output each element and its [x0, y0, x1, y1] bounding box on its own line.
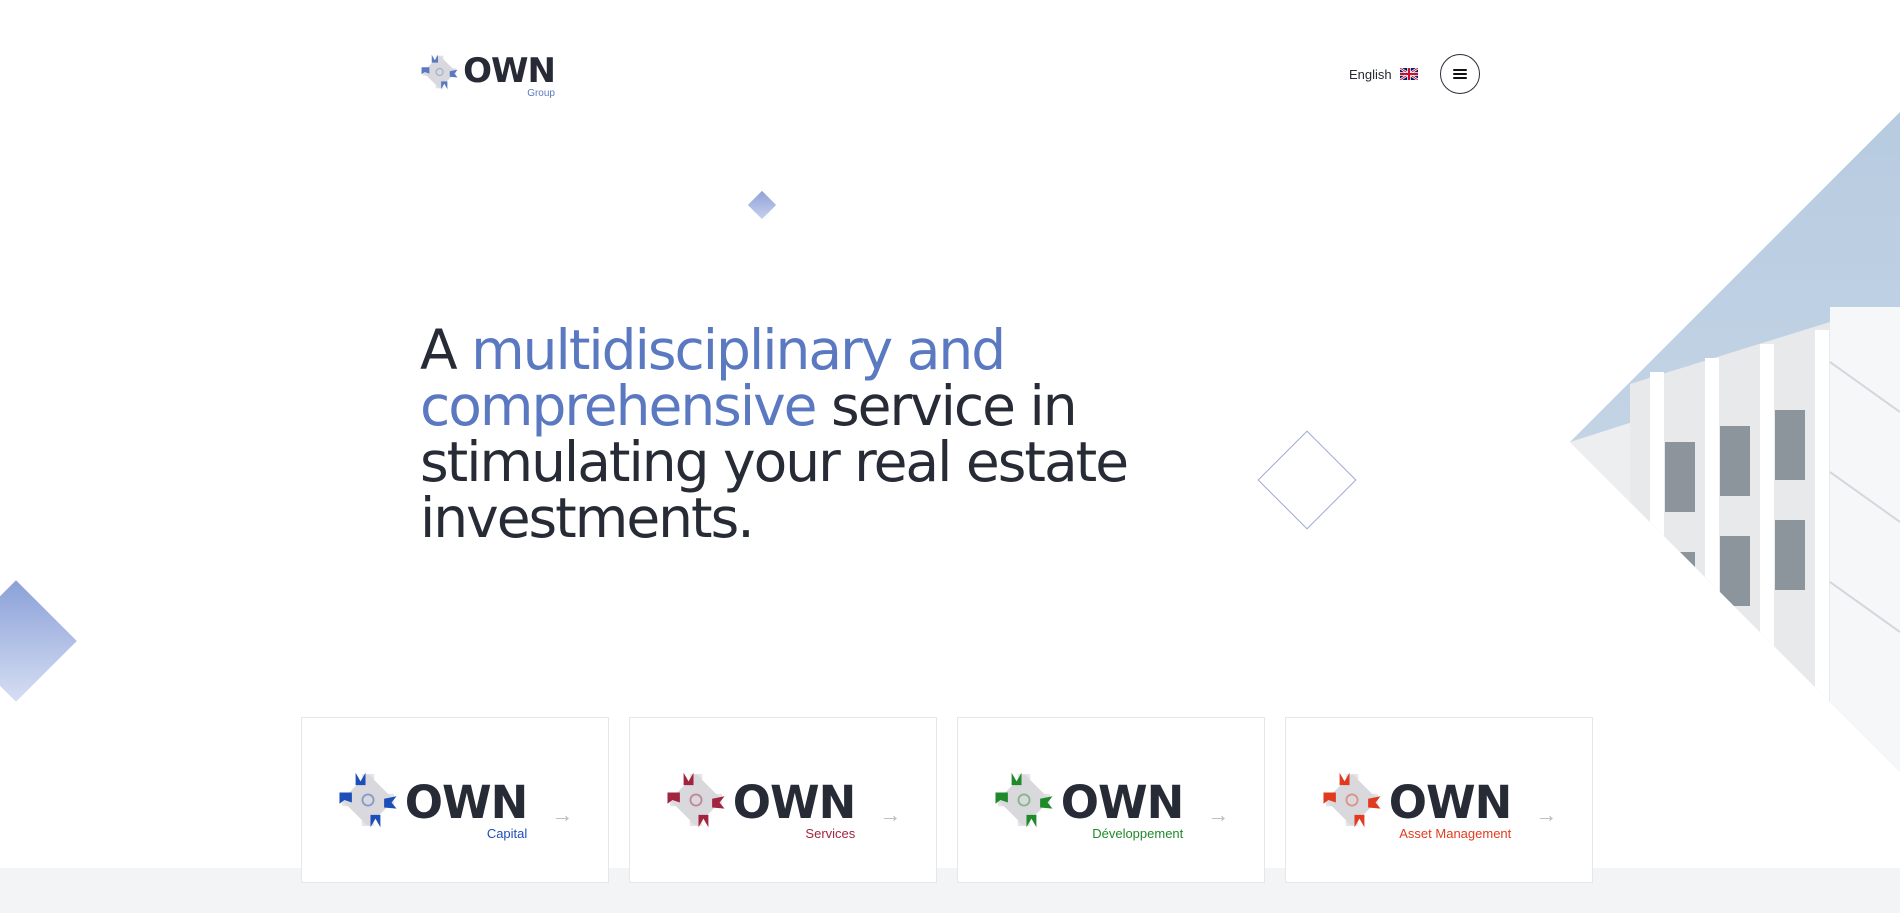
card-brand: OWN — [1060, 776, 1185, 829]
subsidiary-cards: OWN Capital → OWN Services → OWN Dévelop… — [301, 717, 1593, 883]
uk-flag-icon — [1399, 68, 1418, 80]
card-own-capital[interactable]: OWN Capital → — [301, 717, 609, 883]
logo-subtitle: Group — [527, 88, 555, 99]
arrow-right-icon: → — [879, 802, 902, 827]
language-label: English — [1349, 66, 1392, 82]
building-image — [1570, 112, 1900, 772]
own-developpement-logo-mark-icon — [993, 769, 1055, 831]
arrow-right-icon: → — [1207, 802, 1230, 827]
card-brand: OWN — [404, 776, 529, 829]
card-own-developpement[interactable]: OWN Développement → — [957, 717, 1265, 883]
card-subtitle: Asset Management — [1399, 826, 1512, 841]
own-services-logo-mark-icon — [665, 769, 727, 831]
hero-title: A multidisciplinary and comprehensive se… — [420, 322, 1320, 546]
language-selector[interactable]: English — [1349, 66, 1418, 82]
hero-title-prefix: A — [420, 318, 472, 382]
card-subtitle: Services — [805, 826, 856, 841]
own-asset-management-logo-mark-icon — [1321, 769, 1383, 831]
card-own-services[interactable]: OWN Services → — [629, 717, 937, 883]
card-own-asset-management[interactable]: OWN Asset Management → — [1285, 717, 1593, 883]
card-brand: OWN — [732, 776, 857, 829]
arrow-right-icon: → — [1535, 802, 1558, 827]
card-subtitle: Capital — [486, 826, 528, 841]
own-logo-mark-icon — [420, 48, 459, 96]
arrow-right-icon: → — [551, 802, 574, 827]
card-subtitle: Développement — [1092, 826, 1184, 841]
decorative-diamond-left — [0, 580, 77, 702]
decorative-diamond-small — [747, 190, 777, 220]
logo-brand: OWN — [463, 51, 556, 91]
menu-button[interactable] — [1440, 54, 1480, 94]
card-brand: OWN — [1388, 776, 1513, 829]
own-group-logo[interactable]: OWN Group — [420, 48, 556, 100]
own-capital-logo-mark-icon — [337, 769, 399, 831]
hamburger-icon — [1453, 69, 1467, 79]
